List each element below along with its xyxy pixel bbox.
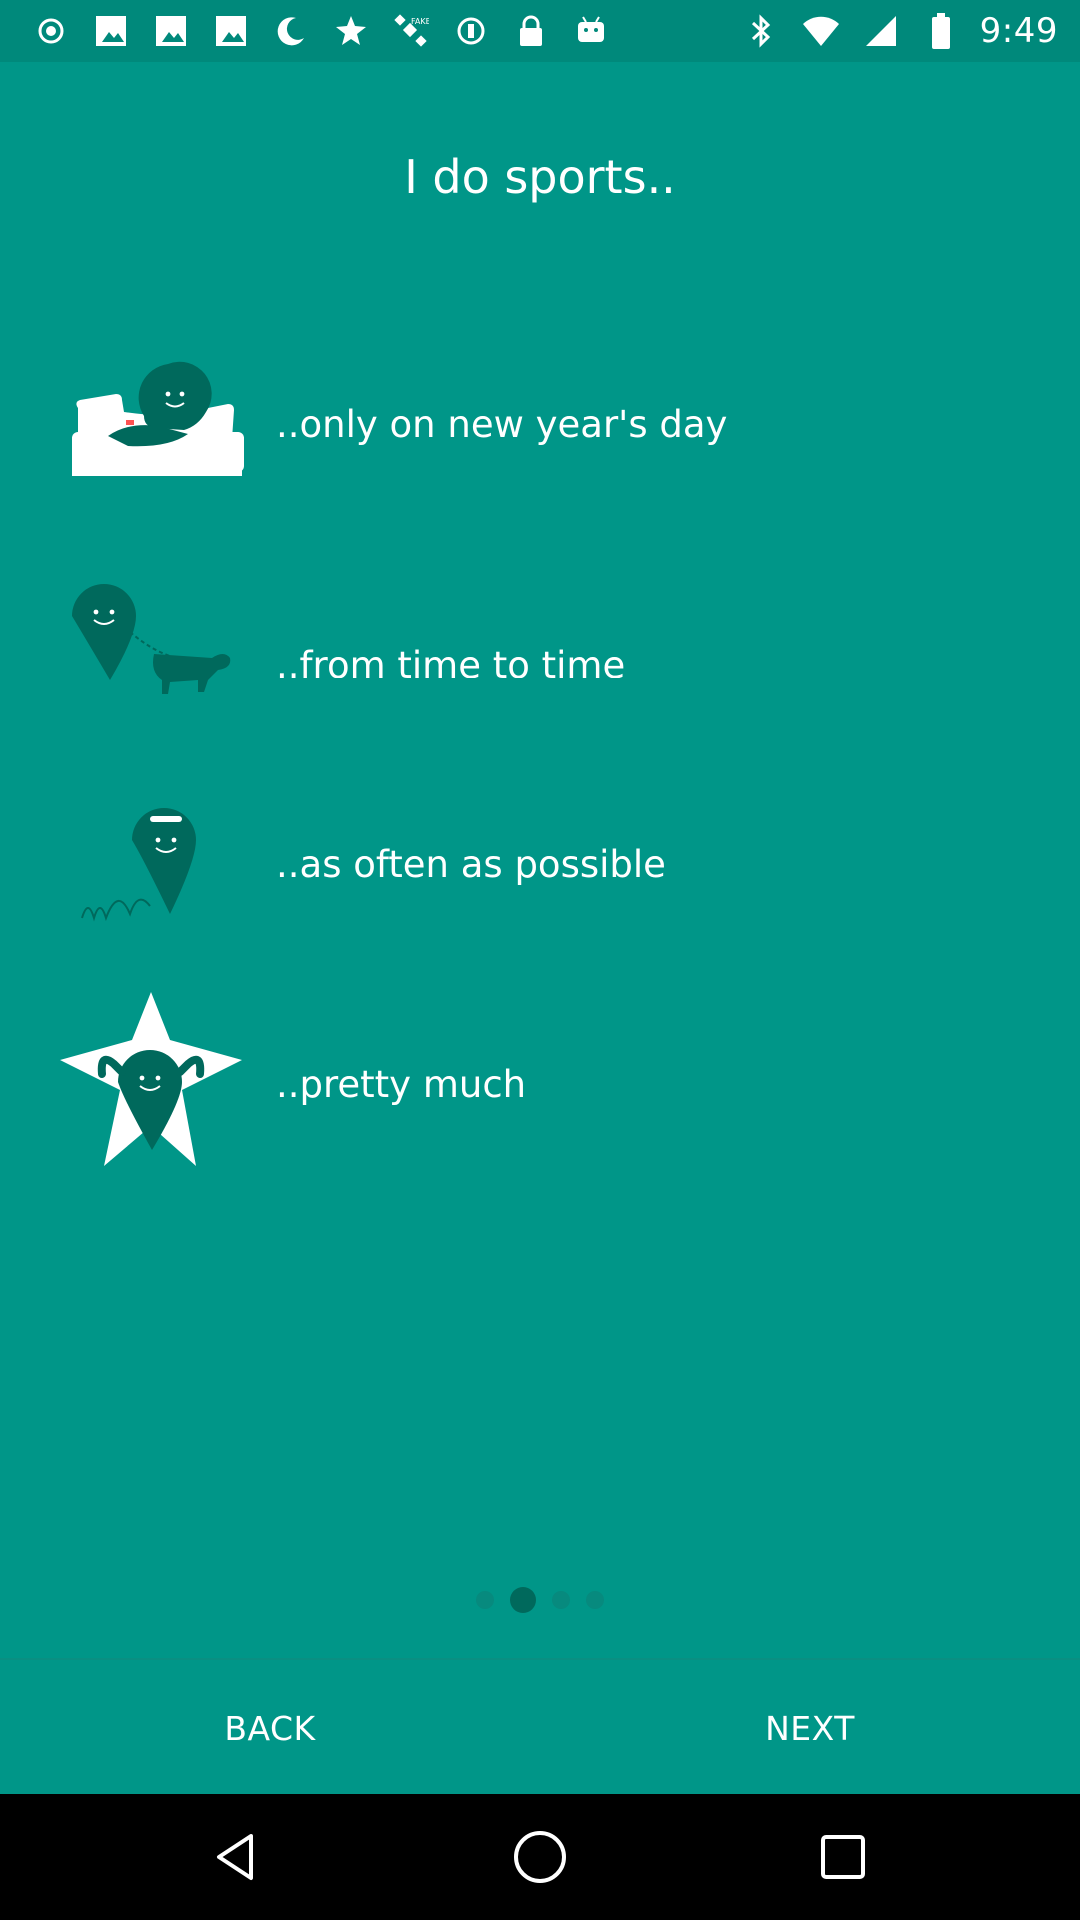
option-pretty-much[interactable]: ..pretty much [0, 992, 1080, 1166]
option-label: ..only on new year's day [276, 403, 728, 446]
home-nav-icon[interactable] [505, 1822, 575, 1892]
photo-icon [90, 10, 132, 52]
option-time-to-time[interactable]: ..from time to time [0, 580, 1080, 730]
option-label: ..pretty much [276, 1063, 527, 1106]
status-notifications: FAKE [30, 10, 612, 52]
battery-icon [920, 10, 962, 52]
svg-text:FAKE: FAKE [411, 17, 429, 26]
page-dot [476, 1591, 494, 1609]
back-nav-icon[interactable] [200, 1822, 270, 1892]
option-label: ..from time to time [276, 644, 626, 678]
lock-icon [510, 10, 552, 52]
page-dot [586, 1591, 604, 1609]
option-label: ..as often as possible [276, 843, 666, 886]
wifi-icon [800, 10, 842, 52]
recents-nav-icon[interactable] [808, 1822, 878, 1892]
bottom-bar: BACK NEXT [0, 1658, 1080, 1796]
page-title: I do sports.. [404, 150, 676, 204]
page-dot-active [510, 1587, 536, 1613]
star-athlete-character-icon [56, 990, 246, 1180]
status-system: 9:49 [740, 6, 1058, 56]
back-button[interactable]: BACK [0, 1660, 540, 1796]
status-bar: FAKE 9:49 [0, 0, 1080, 62]
star-icon [330, 10, 372, 52]
satellite-icon: FAKE [390, 10, 432, 52]
option-new-years-day[interactable]: ..only on new year's day [0, 350, 1080, 500]
page-dot [552, 1591, 570, 1609]
record-icon [30, 10, 72, 52]
jumping-character-icon [58, 790, 248, 940]
android-icon [570, 10, 612, 52]
option-often-possible[interactable]: ..as often as possible [0, 790, 1080, 940]
dog-walk-character-icon [58, 580, 248, 730]
signal-icon [860, 10, 902, 52]
circle-icon [450, 10, 492, 52]
next-button[interactable]: NEXT [540, 1660, 1080, 1796]
bluetooth-icon [740, 10, 782, 52]
option-label-clip: ..from time to time [276, 620, 876, 678]
status-clock: 9:49 [979, 11, 1058, 51]
moon-icon [270, 10, 312, 52]
couch-character-icon [58, 350, 248, 500]
photo-icon [210, 10, 252, 52]
photo-icon [150, 10, 192, 52]
page-indicator [0, 1587, 1080, 1613]
navigation-bar [0, 1794, 1080, 1920]
